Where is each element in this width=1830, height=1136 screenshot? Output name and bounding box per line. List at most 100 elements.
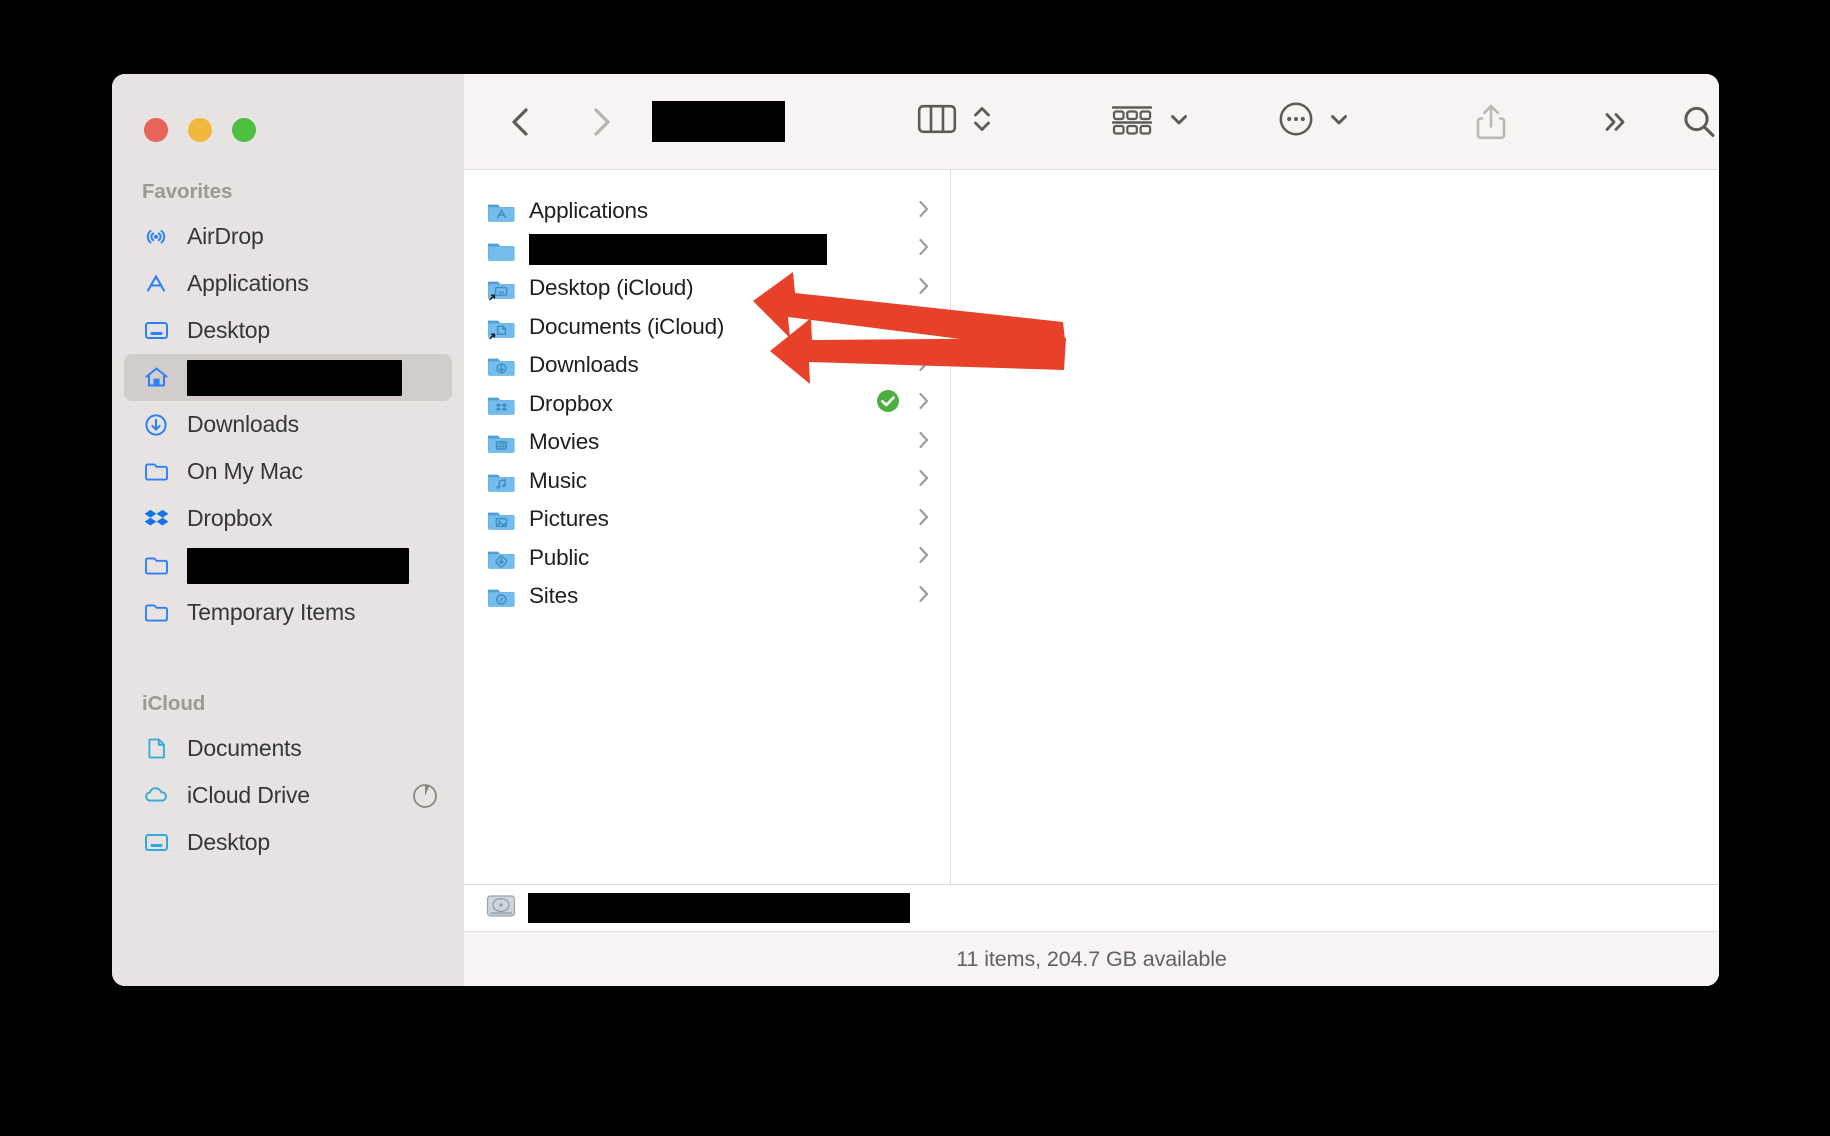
disclosure-chevron-icon[interactable] <box>916 274 932 303</box>
folder-icon <box>141 551 171 581</box>
sidebar-item-downloads[interactable]: Downloads <box>124 401 452 448</box>
table-row[interactable]: Pictures <box>464 500 950 539</box>
close-button[interactable] <box>144 118 168 142</box>
downloads-icon <box>141 410 171 440</box>
minimize-button[interactable] <box>188 118 212 142</box>
file-name-redacted <box>529 234 827 266</box>
sidebar-item-label: AirDrop <box>187 223 264 249</box>
disclosure-chevron-icon[interactable] <box>916 466 932 495</box>
row-trailing <box>916 466 932 495</box>
chevron-down-icon[interactable] <box>1327 107 1351 136</box>
file-name: Applications <box>529 198 648 224</box>
group-by-button[interactable] <box>1109 101 1191 142</box>
disclosure-chevron-icon[interactable] <box>916 389 932 418</box>
path-bar <box>464 884 1719 931</box>
sidebar-item-on-my-mac[interactable]: On My Mac <box>124 448 452 495</box>
sidebar-item-label: Downloads <box>187 411 299 437</box>
row-trailing <box>916 235 932 264</box>
sidebar-item-label-redacted <box>187 547 409 584</box>
back-button[interactable] <box>504 102 538 142</box>
folder-music-icon <box>486 466 516 496</box>
file-name: Movies <box>529 429 600 455</box>
disclosure-chevron-icon[interactable] <box>916 312 932 341</box>
forward-button[interactable] <box>584 102 618 142</box>
disclosure-chevron-icon[interactable] <box>916 351 932 380</box>
sidebar-item-label: Desktop <box>187 317 270 343</box>
view-mode-control[interactable] <box>917 101 993 142</box>
row-trailing <box>916 543 932 572</box>
share-button[interactable] <box>1473 100 1509 144</box>
table-row[interactable]: Dropbox <box>464 385 950 424</box>
sidebar-item-label: iCloud Drive <box>187 782 310 808</box>
table-row[interactable]: Music <box>464 462 950 501</box>
toolbar-overflow-button[interactable] <box>1599 105 1633 139</box>
sidebar-item-airdrop[interactable]: AirDrop <box>124 213 452 260</box>
desktop-icon <box>141 316 171 346</box>
disclosure-chevron-icon[interactable] <box>916 505 932 534</box>
folder-plain-icon <box>486 235 516 265</box>
sidebar-item-redacted-folder[interactable] <box>124 542 452 589</box>
sidebar-section-icloud: iCloud <box>142 692 206 715</box>
sidebar-item-temporary-items[interactable]: Temporary Items <box>124 589 452 636</box>
table-row[interactable]: Public <box>464 539 950 578</box>
finder-window: Favorites AirDrop Applications Desktop D… <box>112 74 1719 986</box>
disclosure-chevron-icon[interactable] <box>916 428 932 457</box>
folder-downloads-icon <box>486 350 516 380</box>
folder-icon <box>141 598 171 628</box>
window-title-redacted <box>652 101 785 142</box>
file-name: Downloads <box>529 352 639 378</box>
sidebar-item-desktop[interactable]: Desktop <box>124 307 452 354</box>
sidebar-item-label: Desktop <box>187 829 270 855</box>
folder-icon <box>141 457 171 487</box>
folder-pictures-icon <box>486 504 516 534</box>
sidebar-item-label: Temporary Items <box>187 599 356 625</box>
toolbar <box>464 74 1719 170</box>
sidebar-item-icloud-documents[interactable]: Documents <box>124 725 452 772</box>
group-grid-icon[interactable] <box>1109 101 1155 142</box>
ellipsis-circle-icon[interactable] <box>1277 100 1315 143</box>
column-view-icon[interactable] <box>917 103 957 140</box>
alias-badge <box>489 294 496 301</box>
disclosure-chevron-icon[interactable] <box>916 582 932 611</box>
status-text: 11 items, 204.7 GB available <box>956 946 1227 971</box>
file-name: Dropbox <box>529 390 613 416</box>
hard-drive-icon <box>486 894 516 923</box>
dropbox-icon <box>141 504 171 534</box>
folder-public-icon <box>486 543 516 573</box>
table-row[interactable]: Downloads <box>464 346 950 385</box>
arrange-chevron-updown-icon[interactable] <box>971 101 993 142</box>
row-trailing <box>916 197 932 226</box>
table-row[interactable]: Documents (iCloud) <box>464 308 950 347</box>
file-name: Documents (iCloud) <box>529 313 725 339</box>
chevron-down-icon[interactable] <box>1167 107 1191 136</box>
sync-progress-icon[interactable] <box>410 781 440 811</box>
file-name: Public <box>529 544 590 570</box>
sidebar-item-dropbox[interactable]: Dropbox <box>124 495 452 542</box>
disclosure-chevron-icon[interactable] <box>916 543 932 572</box>
sidebar-item-label-redacted <box>187 359 402 396</box>
sidebar-item-applications[interactable]: Applications <box>124 260 452 307</box>
applications-icon <box>141 269 171 299</box>
row-trailing <box>916 428 932 457</box>
table-row[interactable]: Applications <box>464 192 950 231</box>
sidebar-item-icloud-desktop[interactable]: Desktop <box>124 819 452 866</box>
window-body: Favorites AirDrop Applications Desktop D… <box>112 74 1719 986</box>
sidebar-item-home[interactable] <box>124 354 452 401</box>
file-name: Desktop (iCloud) <box>529 275 694 301</box>
row-trailing <box>916 505 932 534</box>
search-button[interactable] <box>1679 102 1719 142</box>
disclosure-chevron-icon[interactable] <box>916 197 932 226</box>
table-row[interactable]: Desktop (iCloud) <box>464 269 950 308</box>
sidebar-item-icloud-drive[interactable]: iCloud Drive <box>124 772 452 819</box>
table-row[interactable] <box>464 231 950 270</box>
row-trailing <box>916 274 932 303</box>
sidebar-item-label: Documents <box>187 735 302 761</box>
disclosure-chevron-icon[interactable] <box>916 235 932 264</box>
sidebar-item-label: On My Mac <box>187 458 303 484</box>
zoom-button[interactable] <box>232 118 256 142</box>
desktop-icon <box>141 828 171 858</box>
table-row[interactable]: Movies <box>464 423 950 462</box>
table-row[interactable]: Sites <box>464 577 950 616</box>
more-actions-button[interactable] <box>1277 100 1351 143</box>
sidebar-item-label: Applications <box>187 270 309 296</box>
